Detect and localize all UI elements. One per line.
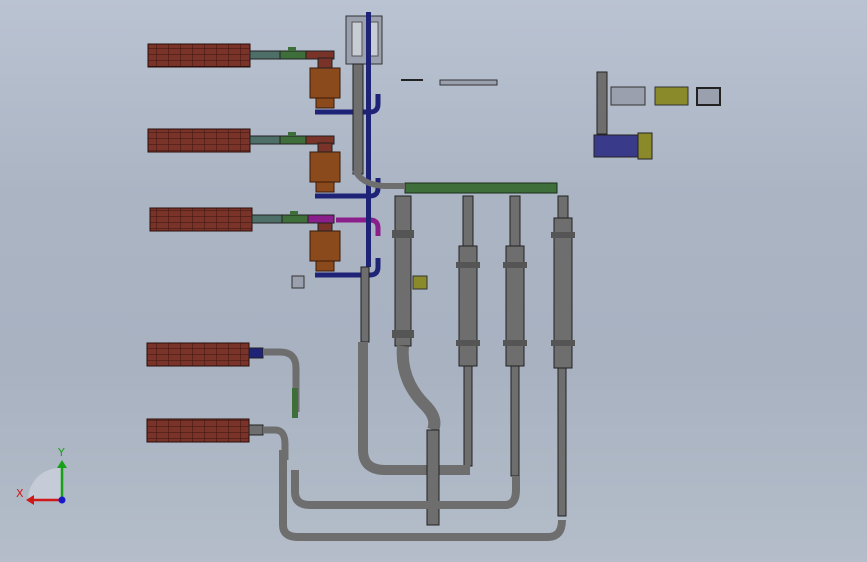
column-4[interactable] bbox=[551, 195, 575, 517]
heater-5[interactable] bbox=[146, 418, 264, 443]
heater-1[interactable] bbox=[147, 43, 335, 68]
motor-unit[interactable] bbox=[593, 71, 721, 160]
cad-viewport[interactable]: Y X bbox=[0, 0, 867, 562]
column-1[interactable] bbox=[392, 195, 441, 433]
valve-1[interactable] bbox=[309, 57, 341, 109]
heater-3[interactable] bbox=[149, 207, 335, 232]
control-cabinet[interactable] bbox=[345, 15, 383, 65]
green-header[interactable] bbox=[352, 168, 558, 194]
y-axis-arrow bbox=[57, 460, 67, 468]
z-axis-dot bbox=[58, 496, 66, 504]
y-axis-label: Y bbox=[57, 446, 65, 459]
heater-4[interactable] bbox=[146, 342, 264, 367]
heater-2[interactable] bbox=[147, 128, 335, 153]
piping-assembly-model[interactable]: Y X bbox=[0, 0, 867, 562]
valve-3[interactable] bbox=[309, 222, 341, 272]
column-2[interactable] bbox=[456, 195, 480, 467]
valve-2[interactable] bbox=[309, 142, 341, 193]
x-axis-label: X bbox=[16, 487, 24, 500]
coordinate-triad: Y X bbox=[16, 446, 67, 505]
column-3[interactable] bbox=[503, 195, 527, 477]
